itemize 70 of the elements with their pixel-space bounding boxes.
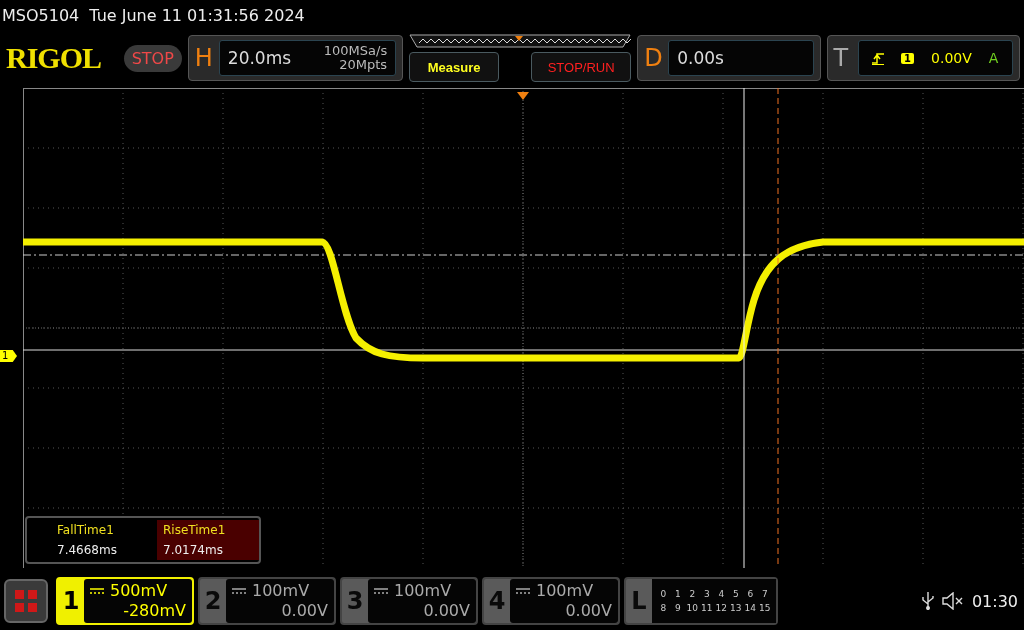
logic-label: L bbox=[630, 586, 648, 617]
measurement-name: FallTime1 bbox=[57, 523, 115, 537]
grid-menu-icon bbox=[15, 590, 37, 612]
channel-scale: 100mV bbox=[536, 581, 594, 601]
trigger-source: 1 bbox=[901, 52, 915, 64]
channel-scale: 100mV bbox=[252, 581, 310, 601]
clock-time: 01:30 bbox=[971, 591, 1018, 611]
channel-number: 1 bbox=[61, 586, 81, 617]
channel-offset: -280mV bbox=[123, 601, 186, 621]
logic-bit: 8 bbox=[660, 603, 667, 613]
measurement-item[interactable]: RiseTime1 7.0174ms bbox=[157, 520, 259, 560]
memory-depth: 20Mpts bbox=[339, 58, 388, 72]
logic-bit: 4 bbox=[718, 589, 725, 599]
channel-panel[interactable]: 4 100mV 0.00V bbox=[482, 577, 620, 625]
dc-coupling-icon bbox=[374, 588, 388, 594]
channel-offset: 0.00V bbox=[423, 601, 470, 621]
logic-bit: 5 bbox=[732, 589, 739, 599]
trigger-mode: A bbox=[988, 50, 999, 66]
channel-offset: 0.00V bbox=[565, 601, 612, 621]
channel-number: 2 bbox=[203, 586, 223, 617]
channel-scale: 500mV bbox=[110, 581, 168, 601]
dc-coupling-icon bbox=[232, 588, 246, 594]
channel-scale: 100mV bbox=[394, 581, 452, 601]
logic-bit: 13 bbox=[730, 603, 742, 613]
trigger-panel[interactable]: T 1 0.00V A bbox=[826, 35, 1020, 81]
trigger-level: 0.00V bbox=[931, 50, 972, 66]
speaker-muted-icon[interactable] bbox=[941, 592, 964, 610]
measurement-name: RiseTime1 bbox=[163, 523, 227, 537]
logic-bit: 10 bbox=[686, 603, 698, 613]
logo: RIGOL bbox=[6, 41, 103, 75]
logic-bit: 3 bbox=[703, 589, 710, 599]
dc-coupling-icon bbox=[90, 588, 104, 594]
delay-panel[interactable]: D 0.00s bbox=[637, 35, 821, 81]
rising-edge-icon bbox=[872, 51, 885, 65]
logic-panel[interactable]: L 0 1 2 3 4 5 6 7 8 9 10 11 12 13 14 15 bbox=[624, 577, 778, 625]
trigger-label: T bbox=[833, 44, 850, 72]
measurement-item[interactable]: FallTime1 7.4668ms bbox=[27, 520, 157, 560]
measurement-value: 7.0174ms bbox=[163, 543, 224, 557]
logic-bit: 6 bbox=[747, 589, 754, 599]
channel-panel[interactable]: 3 100mV 0.00V bbox=[340, 577, 478, 625]
dc-coupling-icon bbox=[516, 588, 530, 594]
date-time: Tue June 11 01:31:56 2024 bbox=[89, 5, 305, 25]
channel-number: 3 bbox=[345, 586, 365, 617]
logic-bit: 9 bbox=[674, 603, 681, 613]
logic-bit: 12 bbox=[715, 603, 727, 613]
channel-offset-marker[interactable]: 1 bbox=[0, 350, 17, 362]
logic-bit: 14 bbox=[744, 603, 756, 613]
logic-bit: 11 bbox=[701, 603, 713, 613]
measurement-value: 7.4668ms bbox=[57, 543, 118, 557]
logic-bit: 15 bbox=[759, 603, 771, 613]
delay-value: 0.00s bbox=[677, 48, 725, 68]
logic-bit: 0 bbox=[660, 589, 667, 599]
delay-label: D bbox=[644, 44, 663, 72]
channel-panel[interactable]: 2 100mV 0.00V bbox=[198, 577, 336, 625]
trigger-position-marker bbox=[517, 92, 529, 100]
logic-bit: 7 bbox=[761, 589, 768, 599]
model-name: MSO5104 bbox=[2, 5, 80, 25]
channel-offset: 0.00V bbox=[281, 601, 328, 621]
logic-bit: 2 bbox=[689, 589, 696, 599]
horizontal-panel[interactable]: H 20.0ms 100MSa/s 20Mpts bbox=[187, 35, 404, 81]
timebase-value: 20.0ms bbox=[227, 48, 293, 68]
run-status: STOP bbox=[123, 44, 182, 72]
toolbar-button[interactable]: Measure bbox=[409, 52, 500, 82]
toolbar-button[interactable]: STOP/RUN bbox=[531, 52, 632, 82]
sample-rate: 100MSa/s bbox=[323, 44, 388, 58]
horizontal-label: H bbox=[194, 44, 213, 72]
logic-bit: 1 bbox=[674, 589, 681, 599]
channel-panel[interactable]: 1 500mV -280mV bbox=[56, 577, 194, 625]
usb-icon bbox=[921, 592, 934, 610]
channel-number: 4 bbox=[487, 586, 507, 617]
